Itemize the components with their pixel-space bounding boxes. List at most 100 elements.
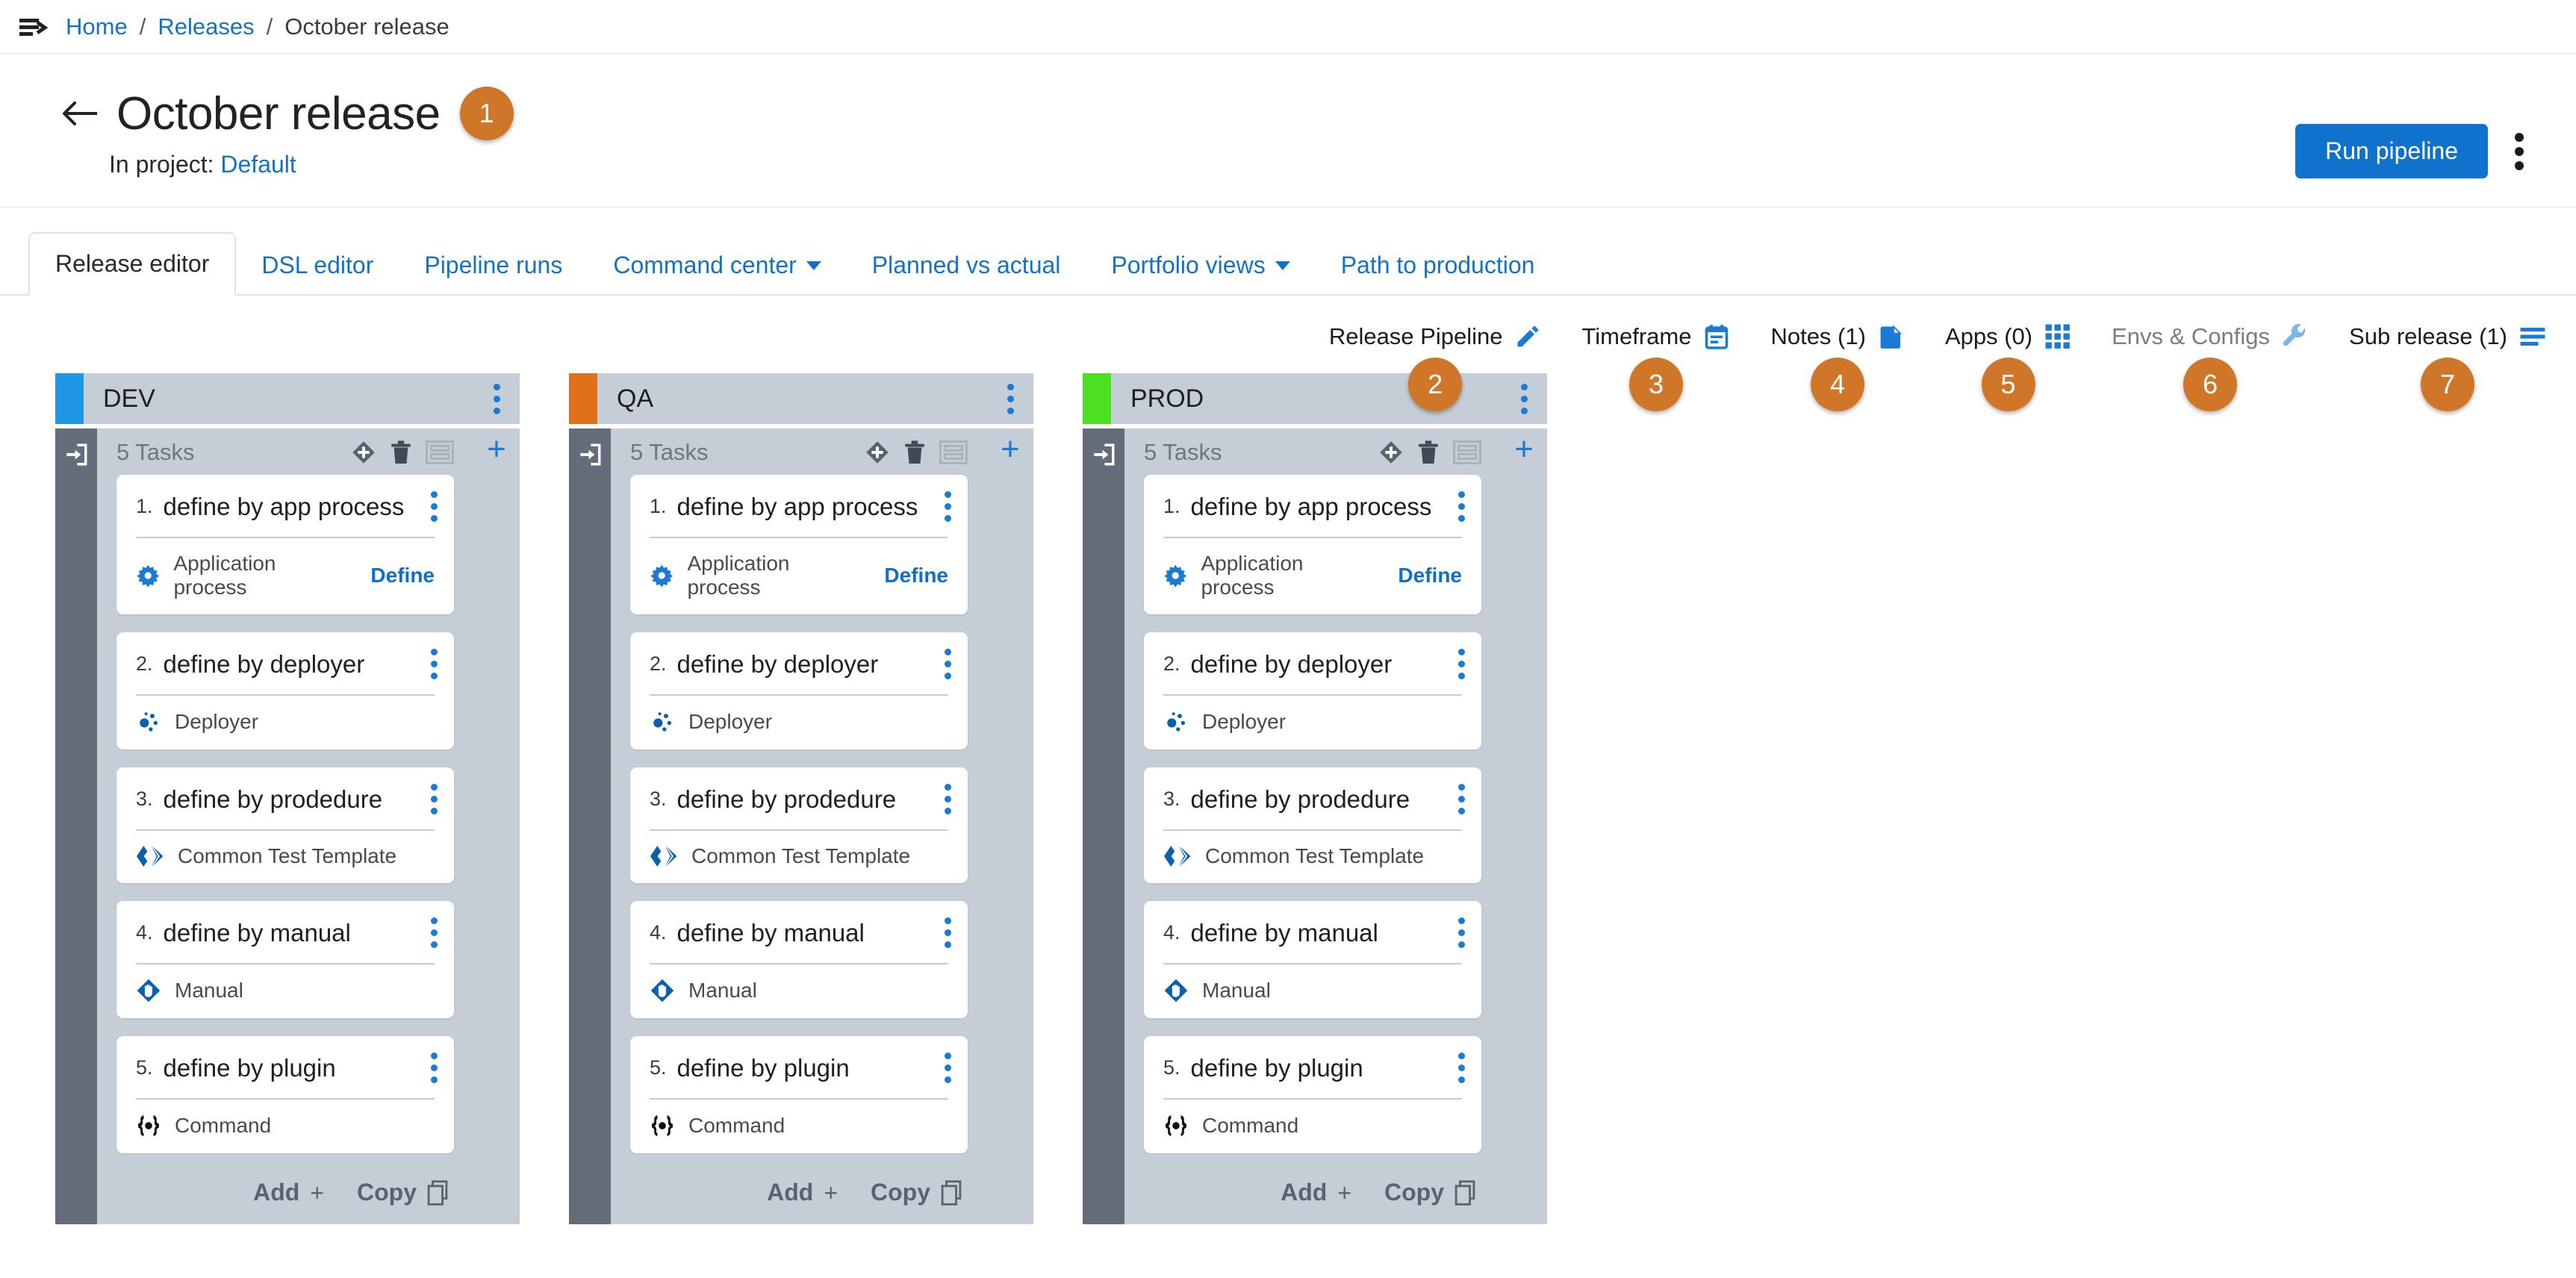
add-column-button[interactable]: + <box>473 428 520 1224</box>
enter-box-icon[interactable] <box>577 442 603 467</box>
task-define-link[interactable]: Define <box>1398 564 1462 587</box>
task-card[interactable]: 5. define by plugin Command <box>630 1036 968 1153</box>
breadcrumb-item-releases[interactable]: Releases <box>158 13 254 40</box>
task-menu-icon[interactable] <box>945 491 951 522</box>
task-card[interactable]: 2. define by deployer Deployer <box>116 632 454 749</box>
add-task-button[interactable]: Add + <box>767 1179 838 1206</box>
task-menu-icon[interactable] <box>431 1053 438 1083</box>
task-card[interactable]: 2. define by deployer Deployer <box>1144 632 1481 749</box>
task-card[interactable]: 3. define by prodedure Common Test Templ… <box>116 767 454 883</box>
toolbar-item-sub-release-1[interactable]: Sub release (1) 7 <box>2349 323 2546 411</box>
task-card[interactable]: 4. define by manual Manual <box>630 901 968 1018</box>
task-card[interactable]: 3. define by prodedure Common Test Templ… <box>1144 767 1481 883</box>
project-link[interactable]: Default <box>220 151 296 178</box>
column-menu-icon[interactable] <box>1521 383 1528 414</box>
add-column-button[interactable]: + <box>1501 428 1547 1224</box>
task-card[interactable]: 5. define by plugin Command <box>116 1036 454 1153</box>
tab-path-to-production[interactable]: Path to production <box>1316 235 1561 296</box>
column-rail[interactable] <box>1083 428 1124 1224</box>
trash-icon[interactable] <box>390 440 412 465</box>
arrow-left-icon[interactable] <box>60 94 102 133</box>
task-menu-icon[interactable] <box>945 1053 951 1083</box>
gate-diamond-icon[interactable] <box>1378 440 1404 465</box>
task-menu-icon[interactable] <box>1458 784 1465 814</box>
table-view-icon[interactable] <box>1453 440 1481 464</box>
toolbar-item-envs-configs: Envs & Configs 6 <box>2112 323 2309 411</box>
callout-marker-7: 7 <box>2421 358 2475 411</box>
breadcrumb-item-home[interactable]: Home <box>66 13 128 40</box>
task-card[interactable]: 4. define by manual Manual <box>116 901 454 1018</box>
task-menu-icon[interactable] <box>1458 649 1465 679</box>
column-rail[interactable] <box>55 428 97 1224</box>
column-body: 5 Tasks 1. define by app process Applica… <box>1083 428 1547 1224</box>
header-overflow-menu-icon[interactable] <box>2515 132 2524 170</box>
task-header: 5. define by plugin <box>116 1036 454 1098</box>
page-header: October release 1 In project: Default Ru… <box>0 54 2576 208</box>
tab-release-editor[interactable]: Release editor <box>28 232 237 296</box>
task-card[interactable]: 1. define by app process Application pro… <box>630 475 968 614</box>
add-column-button[interactable]: + <box>987 428 1033 1224</box>
table-view-icon[interactable] <box>426 440 454 464</box>
enter-box-icon[interactable] <box>63 442 89 467</box>
task-menu-icon[interactable] <box>945 784 951 814</box>
task-card[interactable]: 1. define by app process Application pro… <box>116 475 454 614</box>
table-view-icon[interactable] <box>939 440 968 464</box>
tasks-count: 5 Tasks <box>116 439 195 465</box>
column-content: 5 Tasks 1. define by app process Applica… <box>1124 428 1501 1224</box>
task-menu-icon[interactable] <box>431 491 438 522</box>
copy-tasks-button[interactable]: Copy <box>871 1179 965 1206</box>
toolbar-item-apps-0[interactable]: Apps (0) 5 <box>1945 323 2071 411</box>
title-row: October release 1 <box>0 87 2576 140</box>
task-menu-icon[interactable] <box>1458 1053 1465 1083</box>
add-task-button[interactable]: Add + <box>1281 1179 1351 1206</box>
task-title: define by manual <box>163 918 351 947</box>
trash-icon[interactable] <box>903 440 926 465</box>
task-number: 5. <box>650 1056 667 1079</box>
task-menu-icon[interactable] <box>431 649 438 679</box>
task-define-link[interactable]: Define <box>884 564 948 587</box>
tab-dsl-editor[interactable]: DSL editor <box>236 235 399 296</box>
trash-icon[interactable] <box>1417 440 1440 465</box>
task-menu-icon[interactable] <box>1458 917 1465 948</box>
run-pipeline-button[interactable]: Run pipeline <box>2295 124 2488 178</box>
callout-marker-4: 4 <box>1811 358 1865 411</box>
deployer-icon <box>653 712 672 732</box>
copy-tasks-button[interactable]: Copy <box>1384 1179 1478 1206</box>
gate-diamond-icon[interactable] <box>865 440 890 465</box>
column-menu-icon[interactable] <box>1007 383 1014 414</box>
column-menu-icon[interactable] <box>494 383 500 414</box>
menu-expand-icon[interactable] <box>19 16 49 37</box>
command-icon <box>1166 1115 1186 1136</box>
task-menu-icon[interactable] <box>945 917 951 948</box>
task-type-label: Manual <box>1202 979 1271 1002</box>
toolbar-item-notes-1[interactable]: Notes (1) 4 <box>1770 323 1904 411</box>
deployer-icon <box>1167 712 1186 732</box>
task-define-link[interactable]: Define <box>370 564 435 587</box>
copy-tasks-button[interactable]: Copy <box>357 1179 451 1206</box>
add-task-button[interactable]: Add + <box>253 1179 324 1206</box>
tab-portfolio-views[interactable]: Portfolio views <box>1086 235 1315 296</box>
task-title: define by app process <box>163 492 405 520</box>
tab-label: Pipeline runs <box>424 252 563 278</box>
toolbar-item-release-pipeline[interactable]: Release Pipeline 2 <box>1329 323 1542 411</box>
enter-box-icon[interactable] <box>1091 442 1116 467</box>
task-menu-icon[interactable] <box>431 917 438 948</box>
tab-command-center[interactable]: Command center <box>588 235 846 296</box>
task-menu-icon[interactable] <box>1458 491 1465 522</box>
task-card[interactable]: 2. define by deployer Deployer <box>630 632 968 749</box>
gate-diamond-icon[interactable] <box>351 440 376 465</box>
task-menu-icon[interactable] <box>431 784 438 814</box>
toolbar-item-timeframe[interactable]: Timeframe 3 <box>1581 323 1730 411</box>
task-menu-icon[interactable] <box>945 649 951 679</box>
tab-planned-vs-actual[interactable]: Planned vs actual <box>847 235 1086 296</box>
tab-pipeline-runs[interactable]: Pipeline runs <box>399 235 588 296</box>
tasks-tools <box>351 440 454 465</box>
wrench-icon <box>2283 323 2306 346</box>
task-card[interactable]: 1. define by app process Application pro… <box>1144 475 1481 614</box>
column-rail[interactable] <box>569 428 611 1224</box>
task-type-label: Manual <box>175 979 243 1002</box>
task-card[interactable]: 3. define by prodedure Common Test Templ… <box>630 767 968 883</box>
task-card[interactable]: 5. define by plugin Command <box>1144 1036 1481 1153</box>
task-card[interactable]: 4. define by manual Manual <box>1144 901 1481 1018</box>
column-name: PROD <box>1130 384 1204 413</box>
